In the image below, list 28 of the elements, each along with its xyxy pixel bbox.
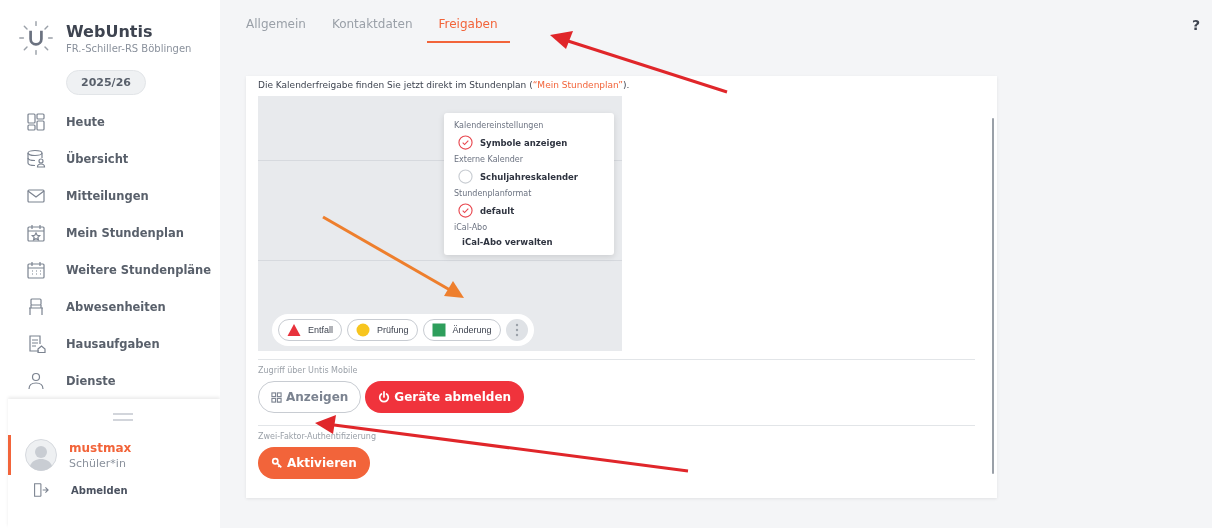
menu-heading: iCal-Abo	[454, 223, 489, 232]
menu-option[interactable]: iCal-Abo verwalten	[454, 237, 604, 247]
logout-link[interactable]: Abmelden	[31, 481, 220, 499]
menu-heading: Stundenplanformat	[454, 189, 533, 198]
menu-option[interactable]: default	[454, 203, 604, 218]
school-name: FR.-Schiller-RS Böblingen	[66, 43, 192, 54]
menu-heading: Externe Kalender	[454, 155, 525, 164]
action-button[interactable]: Geräte abmelden	[365, 381, 525, 413]
school-year-badge[interactable]: 2025/26	[66, 70, 146, 95]
nav-item[interactable]: Hausaufgaben	[0, 325, 220, 362]
nav-item[interactable]: Übersicht	[0, 140, 220, 177]
user-role: Schüler*in	[69, 456, 127, 470]
app-title: WebUntis	[66, 22, 154, 41]
menu-heading: Kalendereinstellungen	[454, 121, 545, 130]
nav-item[interactable]: Dienste	[0, 362, 220, 399]
section-label: Zwei-Faktor-Authentifizierung	[258, 432, 377, 441]
menu-option[interactable]: Schuljahreskalender	[454, 169, 604, 184]
section-label: Zugriff über Untis Mobile	[258, 366, 359, 375]
menu-option[interactable]: Symbole anzeigen	[454, 135, 604, 150]
nav-item[interactable]: Abwesenheiten	[0, 288, 220, 325]
help-button[interactable]: ?	[1191, 0, 1200, 33]
action-button[interactable]: Anzeigen	[258, 381, 362, 413]
intro-text: Die Kalenderfreigabe finden Sie jetzt direkt im Stundenplan (“Mein Stundenplan”).	[258, 80, 631, 90]
nav-item[interactable]: Weitere Stundenpläne	[0, 251, 220, 288]
nav-item[interactable]: Heute	[0, 103, 220, 140]
nav-item[interactable]: Mein Stundenplan	[0, 214, 220, 251]
user-name: mustmax	[69, 440, 132, 455]
nav-item[interactable]: Mitteilungen	[0, 177, 220, 214]
